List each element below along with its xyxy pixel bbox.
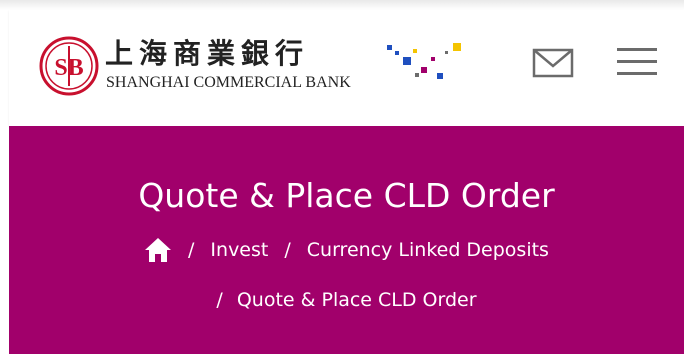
top-shadow	[0, 0, 684, 10]
app-frame: SB 上海商業銀行 SHANGHAI COMMERCIAL BANK Quote…	[0, 0, 684, 354]
breadcrumb: / Invest / Currency Linked Deposits	[9, 234, 684, 266]
logo-chinese-name: 上海商業銀行	[105, 37, 310, 70]
breadcrumb-separator: /	[216, 289, 223, 311]
pixel-dots-logo-icon	[387, 43, 461, 79]
breadcrumb-item-currency-linked-deposits[interactable]: Currency Linked Deposits	[307, 234, 549, 266]
page-banner: Quote & Place CLD Order / Invest / Curre…	[9, 126, 684, 354]
breadcrumb-row-2: / Quote & Place CLD Order	[9, 284, 684, 316]
breadcrumb-item-invest[interactable]: Invest	[210, 234, 268, 266]
hamburger-menu-icon[interactable]	[615, 44, 659, 80]
mail-icon[interactable]	[531, 47, 575, 79]
logo-english-name: SHANGHAI COMMERCIAL BANK	[106, 74, 351, 91]
home-icon[interactable]	[144, 237, 172, 263]
page-title: Quote & Place CLD Order	[138, 176, 555, 215]
breadcrumb-separator: /	[284, 239, 291, 261]
breadcrumb-item-current: Quote & Place CLD Order	[236, 289, 477, 311]
bank-logo-icon[interactable]: SB	[39, 36, 99, 96]
breadcrumb-separator: /	[188, 239, 195, 261]
site-header: SB 上海商業銀行 SHANGHAI COMMERCIAL BANK	[9, 10, 684, 126]
